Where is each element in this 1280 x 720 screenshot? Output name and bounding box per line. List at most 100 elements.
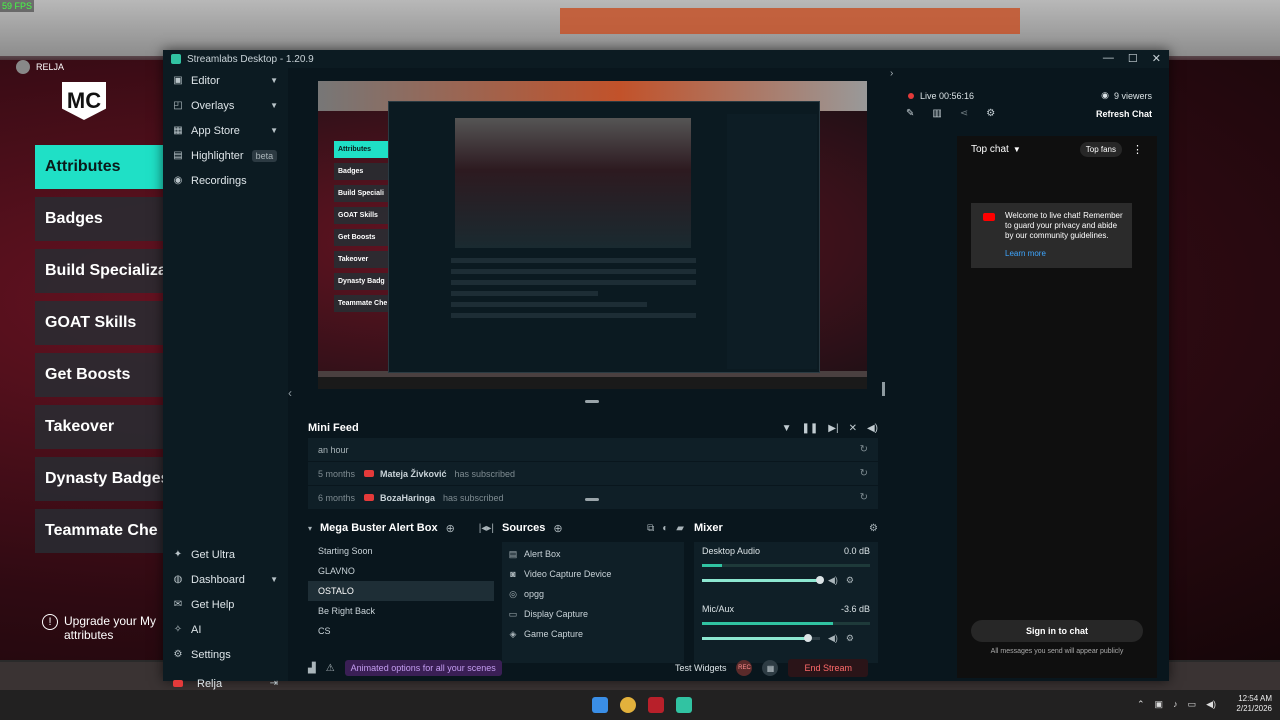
gear-icon[interactable]: ⚙ xyxy=(846,575,854,586)
top-chat-dropdown[interactable]: Top chat xyxy=(971,144,1009,155)
scene-transition-icon[interactable]: |◂▸| xyxy=(479,523,494,534)
folder-icon[interactable]: ▰ xyxy=(676,523,684,534)
scene-item[interactable]: Starting Soon xyxy=(308,541,494,561)
record-button[interactable]: REC xyxy=(736,660,753,676)
feed-user: BozaHaringa xyxy=(380,492,436,503)
mixer-channel: Desktop Audio 0.0 dB ◀) ⚙ xyxy=(702,546,870,604)
sidebar-item-dashboard[interactable]: ◍ Dashboard ▼ xyxy=(163,567,288,592)
end-stream-button[interactable]: End Stream xyxy=(788,659,868,677)
stats-icon[interactable]: ▟ xyxy=(308,663,316,674)
logout-icon[interactable]: ⇥ xyxy=(270,678,278,689)
pause-icon[interactable]: ❚❚ xyxy=(802,423,819,434)
upgrade-note-text: Upgrade your My attributes xyxy=(64,614,157,642)
drag-handle[interactable] xyxy=(585,498,599,501)
mute-alerts-icon[interactable]: ✕ xyxy=(849,423,857,434)
skip-icon[interactable]: ▶| xyxy=(828,423,838,434)
sidebar-item-settings[interactable]: ⚙ Settings xyxy=(163,642,288,667)
game-app-icon[interactable] xyxy=(648,697,664,713)
sidebar-item-editor[interactable]: ▣ Editor ▼ xyxy=(163,68,288,93)
game-menu-item[interactable]: Teammate Che xyxy=(35,509,163,553)
windows-start-icon[interactable] xyxy=(592,697,608,713)
chevron-down-icon[interactable]: ▼ xyxy=(1013,145,1021,154)
add-source-icon[interactable]: ⊕ xyxy=(553,522,562,535)
schedule-icon[interactable]: ▦ xyxy=(762,660,779,676)
speaker-icon[interactable]: ◀) xyxy=(828,575,838,586)
promo-banner[interactable]: Animated options for all your scenes xyxy=(344,660,502,676)
close-button[interactable]: ✕ xyxy=(1152,52,1161,65)
game-menu-item[interactable]: GOAT Skills xyxy=(35,301,163,345)
scene-item[interactable]: OSTALO xyxy=(308,581,494,601)
chevron-right-icon[interactable]: › xyxy=(890,68,893,79)
sidebar-item-get-help[interactable]: ✉ Get Help xyxy=(163,592,288,617)
test-widgets-button[interactable]: Test Widgets xyxy=(675,663,727,673)
game-menu-item[interactable]: Attributes xyxy=(35,145,163,189)
drag-handle[interactable] xyxy=(585,400,599,403)
sidebar-bottom: ✦ Get Ultra ◍ Dashboard ▼ ✉ Get Help ✧ A… xyxy=(163,542,288,696)
filter-icon[interactable]: ▼ xyxy=(782,423,792,434)
chevron-down-icon[interactable]: ▾ xyxy=(308,524,312,533)
scene-item[interactable]: CS xyxy=(308,621,494,641)
scene-item[interactable]: GLAVNO xyxy=(308,561,494,581)
source-item[interactable]: ◎ opgg xyxy=(502,584,684,604)
replay-icon[interactable]: ↻ xyxy=(860,492,868,503)
source-item[interactable]: ▭ Display Capture xyxy=(502,604,684,624)
streamlabs-app-icon[interactable] xyxy=(676,697,692,713)
add-scene-icon[interactable]: ⊕ xyxy=(446,522,455,535)
viewer-count: ◉ 9 viewers xyxy=(1101,90,1152,101)
more-options-icon[interactable]: ⋮ xyxy=(1132,143,1143,156)
refresh-chat-button[interactable]: Refresh Chat xyxy=(1096,109,1152,119)
volume-slider[interactable] xyxy=(702,576,824,584)
network-icon[interactable]: ▭ xyxy=(1188,699,1197,710)
visibility-icon[interactable]: ◐ xyxy=(662,523,668,534)
top-fans-button[interactable]: Top fans xyxy=(1079,141,1122,157)
chevron-up-icon[interactable]: ⌃ xyxy=(1137,699,1145,710)
volume-knob[interactable] xyxy=(816,576,824,584)
warning-icon[interactable]: ⚠ xyxy=(326,663,335,674)
volume-slider[interactable] xyxy=(702,634,820,642)
replay-icon[interactable]: ↻ xyxy=(860,444,868,455)
maximize-button[interactable]: ☐ xyxy=(1128,52,1138,65)
gear-icon[interactable]: ⚙ xyxy=(869,523,878,534)
sidebar-item-highlighter[interactable]: ▤ Highlighter beta xyxy=(163,143,288,168)
sidebar-item-app-store[interactable]: ▦ App Store ▼ xyxy=(163,118,288,143)
resize-handle[interactable] xyxy=(882,382,885,396)
game-menu-item[interactable]: Build Specializa xyxy=(35,249,163,293)
gear-icon[interactable]: ⚙ xyxy=(986,108,995,119)
preview-line xyxy=(451,291,598,296)
system-clock[interactable]: 12:54 AM 2/21/2026 xyxy=(1236,694,1272,715)
game-menu-item[interactable]: Get Boosts xyxy=(35,353,163,397)
tray-app-icon[interactable]: ▣ xyxy=(1155,699,1164,710)
source-item[interactable]: ◈ Game Capture xyxy=(502,624,684,644)
game-menu-item[interactable]: Dynasty Badges xyxy=(35,457,163,501)
speaker-icon[interactable]: ◀) xyxy=(1206,699,1216,710)
chrome-icon[interactable] xyxy=(620,697,636,713)
scene-item[interactable]: Be Right Back xyxy=(308,601,494,621)
minimize-button[interactable]: — xyxy=(1103,52,1114,65)
stream-info-icon[interactable]: ▥ xyxy=(932,108,941,119)
gear-icon[interactable]: ⚙ xyxy=(846,633,854,644)
volume-meter xyxy=(702,564,870,567)
share-icon[interactable]: ⋖ xyxy=(960,108,968,119)
sidebar-item-ai[interactable]: ✧ AI xyxy=(163,617,288,642)
edit-icon[interactable]: ✎ xyxy=(906,108,914,119)
game-menu-item[interactable]: Takeover xyxy=(35,405,163,449)
volume-icon[interactable]: ◀) xyxy=(867,423,878,434)
scene-collection-title[interactable]: Mega Buster Alert Box xyxy=(320,522,438,534)
game-menu-item[interactable]: Badges xyxy=(35,197,163,241)
sidebar-item-recordings[interactable]: ◉ Recordings xyxy=(163,168,288,193)
meter-fill xyxy=(702,564,723,567)
sidebar-item-get-ultra[interactable]: ✦ Get Ultra xyxy=(163,542,288,567)
replay-icon[interactable]: ↻ xyxy=(860,468,868,479)
chevron-left-icon[interactable]: ‹ xyxy=(288,386,292,400)
stream-preview[interactable]: Attributes Badges Build Speciali GOAT Sk… xyxy=(318,81,867,389)
copy-icon[interactable]: ⧉ xyxy=(647,523,654,534)
volume-knob[interactable] xyxy=(804,634,813,642)
mic-icon[interactable]: ♪ xyxy=(1173,699,1178,710)
speaker-icon[interactable]: ◀) xyxy=(828,633,838,644)
source-item[interactable]: ◙ Video Capture Device xyxy=(502,564,684,584)
sign-in-button[interactable]: Sign in to chat xyxy=(971,620,1143,642)
source-item[interactable]: ▤ Alert Box xyxy=(502,544,684,564)
sidebar-item-overlays[interactable]: ◰ Overlays ▼ xyxy=(163,93,288,118)
gear-icon: ⚙ xyxy=(173,649,183,660)
learn-more-link[interactable]: Learn more xyxy=(1005,249,1124,259)
